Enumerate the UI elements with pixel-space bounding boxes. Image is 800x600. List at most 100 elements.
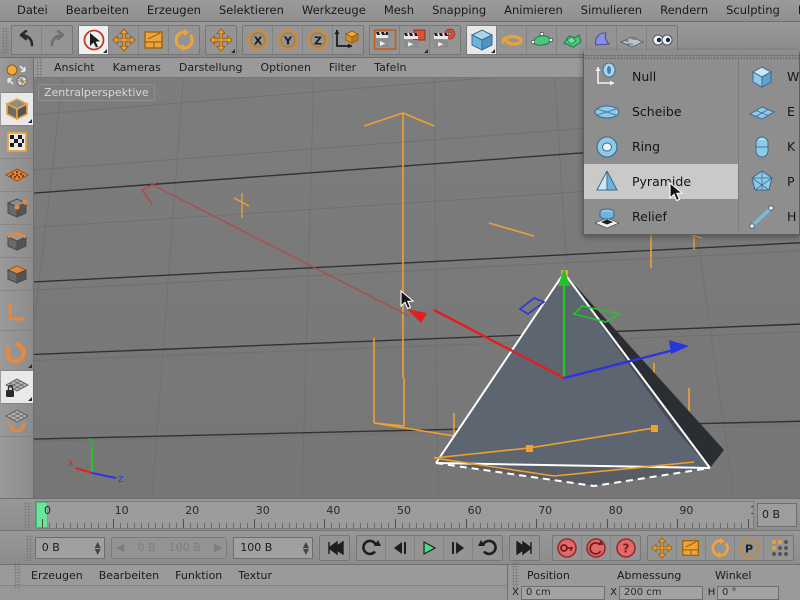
polygons-mode-icon[interactable]	[1, 258, 33, 291]
palette-item-platonisch[interactable]: P	[739, 164, 799, 199]
workplane-icon[interactable]	[1, 404, 33, 437]
step-back-button[interactable]	[386, 536, 415, 560]
next-key-button[interactable]	[473, 536, 502, 560]
axis-lock-z-button[interactable]: Z	[303, 26, 333, 54]
move-axis-button[interactable]	[206, 26, 236, 54]
previous-key-button[interactable]	[357, 536, 386, 560]
axis-mode-icon[interactable]	[1, 298, 33, 331]
menu-mesh[interactable]: Mesh	[375, 0, 423, 21]
move-tool-button[interactable]	[109, 26, 139, 54]
menu-mograph[interactable]: MoGraph	[789, 0, 800, 21]
timeline-grip[interactable]	[24, 502, 31, 528]
move-axis-more-indicator[interactable]	[231, 49, 235, 53]
rotate-tool-button[interactable]	[169, 26, 199, 54]
record-parameter-button[interactable]: P	[735, 536, 764, 560]
timeline-ruler[interactable]: 0102030405060708090100	[35, 501, 754, 529]
redo-button[interactable]	[42, 26, 72, 54]
timeline-frame-field[interactable]: 0 B	[757, 503, 797, 527]
model-mode-icon[interactable]	[1, 93, 33, 126]
menu-snapping[interactable]: Snapping	[423, 0, 495, 21]
menu-simulieren[interactable]: Simulieren	[572, 0, 651, 21]
palette-item-linie[interactable]: H	[739, 199, 799, 234]
coord-angle-h-input[interactable]: 0 °	[717, 586, 779, 600]
palette-item-relief[interactable]: Relief	[584, 199, 738, 234]
matmenu-bearbeiten[interactable]: Bearbeiten	[91, 566, 167, 585]
menu-rendern[interactable]: Rendern	[651, 0, 717, 21]
go-to-end-button[interactable]	[510, 536, 539, 560]
palette-item-pyramide[interactable]: Pyramide	[584, 164, 738, 199]
range-right-arrow-icon[interactable]: ▶	[214, 541, 222, 554]
current-frame-spinner[interactable]: ▲▼	[95, 541, 101, 555]
render-to-picture-viewer-button[interactable]	[400, 26, 430, 54]
step-forward-button[interactable]	[444, 536, 473, 560]
edges-mode-icon[interactable]	[1, 225, 33, 258]
menu-animieren[interactable]: Animieren	[495, 0, 572, 21]
menu-datei[interactable]: Datei	[8, 0, 57, 21]
transport-grip[interactable]	[26, 535, 33, 561]
coordinate-system-toggle-icon[interactable]	[1, 60, 33, 93]
matmenu-funktion[interactable]: Funktion	[167, 566, 230, 585]
range-left-arrow-icon[interactable]: ◀	[116, 541, 124, 554]
coord-size-x-input[interactable]: 200 cm	[619, 586, 703, 600]
generator-nurbs-button[interactable]	[527, 26, 557, 54]
viewmenu-filter[interactable]: Filter	[320, 58, 365, 77]
palette-item-ring[interactable]: Ring	[584, 129, 738, 164]
end-frame-field[interactable]: 100 B ▲▼	[233, 537, 313, 559]
menu-selektieren[interactable]: Selektieren	[210, 0, 293, 21]
end-frame-spinner[interactable]: ▲▼	[303, 541, 309, 555]
menu-werkzeuge[interactable]: Werkzeuge	[293, 0, 375, 21]
texture-mode-icon[interactable]	[1, 126, 33, 159]
render-picture-more-indicator[interactable]	[424, 49, 428, 53]
palette-item-kapsel[interactable]: K	[739, 129, 799, 164]
play-button[interactable]	[415, 536, 444, 560]
palette-item-scheibe[interactable]: Scheibe	[584, 94, 738, 129]
model-mode-more-indicator[interactable]	[28, 119, 32, 123]
current-frame-field[interactable]: 0 B ▲▼	[35, 537, 105, 559]
record-keyframe-button[interactable]	[553, 536, 582, 560]
matmenu-textur[interactable]: Textur	[230, 566, 280, 585]
palette-item-null[interactable]: Null	[584, 59, 738, 94]
points-mode-icon[interactable]	[1, 192, 33, 225]
material-panel-grip[interactable]	[14, 562, 21, 588]
viewmenu-kameras[interactable]: Kameras	[104, 58, 170, 77]
live-selection-tool-button[interactable]	[79, 26, 109, 54]
spline-pen-button[interactable]	[497, 26, 527, 54]
grid-lock-icon[interactable]	[1, 371, 33, 404]
live-selection-more-indicator[interactable]	[103, 49, 107, 53]
go-to-start-button[interactable]	[320, 536, 349, 560]
preview-range-field[interactable]: ◀ 0 B 100 B ▶	[111, 537, 227, 559]
world-coordinates-button[interactable]	[333, 26, 363, 54]
coord-position-x-input[interactable]: 0 cm	[521, 586, 605, 600]
autokey-button[interactable]	[582, 536, 611, 560]
grid-lock-more-indicator[interactable]	[28, 397, 32, 401]
palette-item-wuerfel[interactable]: W	[739, 59, 799, 94]
menu-erzeugen[interactable]: Erzeugen	[138, 0, 210, 21]
viewmenu-darstellung[interactable]: Darstellung	[170, 58, 252, 77]
keyframe-selection-button[interactable]: ?	[611, 536, 640, 560]
polygon-mesh-icon[interactable]	[1, 159, 33, 192]
matmenu-erzeugen[interactable]: Erzeugen	[23, 566, 91, 585]
render-view-button[interactable]	[370, 26, 400, 54]
axis-lock-y-button[interactable]: Y	[273, 26, 303, 54]
magnet-more-indicator[interactable]	[28, 364, 32, 368]
record-scale-button[interactable]	[677, 536, 706, 560]
palette-drag-handle[interactable]	[584, 54, 800, 59]
menu-sculpting[interactable]: Sculpting	[717, 0, 789, 21]
scale-tool-button[interactable]	[139, 26, 169, 54]
axis-lock-x-button[interactable]: X	[243, 26, 273, 54]
undo-button[interactable]	[12, 26, 42, 54]
render-settings-button[interactable]	[430, 26, 460, 54]
record-position-button[interactable]	[648, 536, 677, 560]
primitive-cube-button[interactable]	[467, 26, 497, 54]
primitives-dropdown-palette[interactable]: Null Scheibe Ring	[583, 50, 800, 235]
palette-item-ebene[interactable]: E	[739, 94, 799, 129]
material-panel-body[interactable]	[0, 585, 507, 600]
record-rotation-button[interactable]	[706, 536, 735, 560]
viewmenu-optionen[interactable]: Optionen	[251, 58, 319, 77]
point-level-animation-button[interactable]	[764, 536, 793, 560]
magnet-snap-icon[interactable]	[1, 338, 33, 371]
coordinates-panel-grip[interactable]	[512, 562, 519, 588]
primitive-cube-more-indicator[interactable]	[491, 49, 495, 53]
viewport-menu-grip[interactable]	[36, 58, 43, 81]
toolbar-grip[interactable]	[2, 27, 9, 53]
